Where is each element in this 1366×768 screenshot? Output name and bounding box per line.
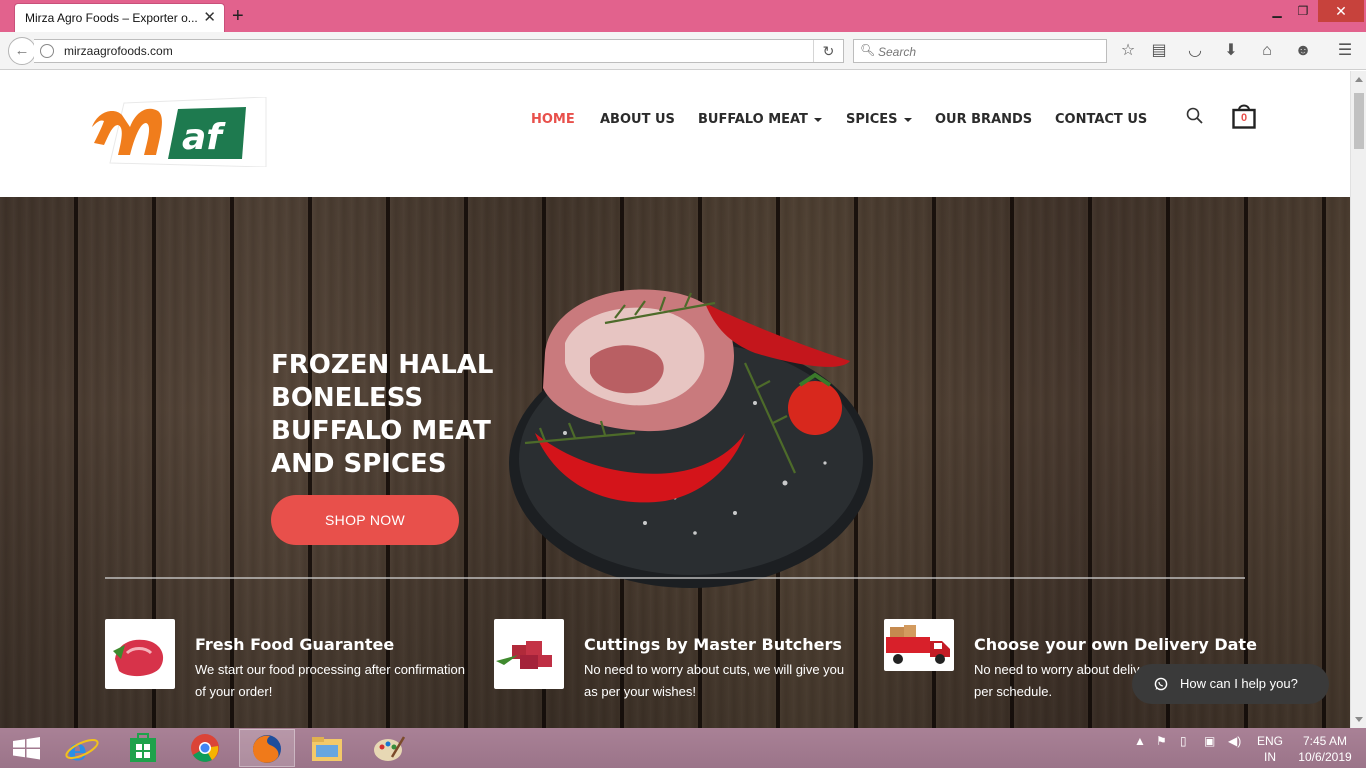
search-placeholder: Search <box>878 45 917 59</box>
network-icon[interactable]: ▣ <box>1204 734 1215 748</box>
home-icon[interactable]: ⌂ <box>1256 41 1278 63</box>
power-icon[interactable]: ▯ <box>1180 734 1187 748</box>
feature-title: Fresh Food Guarantee <box>195 635 395 654</box>
pocket-icon[interactable]: ◡ <box>1184 41 1206 63</box>
meat-cubes-icon <box>494 619 564 689</box>
globe-icon <box>40 44 54 58</box>
menu-contact-us[interactable]: CONTACT US <box>1055 112 1147 127</box>
tab-title: Mirza Agro Foods – Exporter o... <box>25 11 198 25</box>
caret-down-icon <box>903 117 912 122</box>
new-tab-button[interactable]: + <box>232 4 244 28</box>
menu-spices[interactable]: SPICES <box>846 112 912 127</box>
menu-home[interactable]: HOME <box>531 112 575 127</box>
bookmark-star-icon[interactable]: ☆ <box>1117 41 1139 63</box>
menu-our-brands[interactable]: OUR BRANDS <box>935 112 1032 127</box>
clock-date: 10/6/2019 <box>1298 750 1352 764</box>
search-input[interactable]: 🔍︎ Search <box>853 39 1107 63</box>
hamburger-menu-icon[interactable]: ☰ <box>1334 41 1356 63</box>
action-center-flag-icon[interactable]: ⚑ <box>1156 734 1167 748</box>
feature-description: We start our food processing after confi… <box>195 662 465 699</box>
volume-icon[interactable]: ◀) <box>1228 734 1241 748</box>
header-search-icon[interactable] <box>1186 107 1204 130</box>
feature-title: Cuttings by Master Butchers <box>584 635 842 654</box>
firefox-icon[interactable] <box>239 729 295 767</box>
clock-time: 7:45 AM <box>1302 734 1348 748</box>
chrome-icon[interactable] <box>178 729 234 767</box>
language-indicator[interactable]: ENG IN <box>1254 733 1286 765</box>
internet-explorer-icon[interactable]: e <box>54 729 110 768</box>
download-icon[interactable]: ⬇ <box>1220 41 1242 63</box>
reload-icon[interactable]: ↻ <box>813 40 843 62</box>
browser-navbar: ← mirzaagrofoods.com ↻ 🔍︎ Search ☆ ▤ ◡ ⬇… <box>0 32 1366 70</box>
cart-button[interactable]: 0 <box>1232 103 1256 129</box>
start-button[interactable] <box>0 729 56 767</box>
delivery-truck-icon <box>884 619 954 671</box>
chat-label: How can I help you? <box>1180 676 1298 691</box>
store-icon[interactable] <box>116 729 172 767</box>
url-bar[interactable]: mirzaagrofoods.com ↻ <box>34 39 844 63</box>
search-icon: 🔍︎ <box>860 43 876 57</box>
chat-smiley-icon[interactable]: ☻ <box>1292 41 1314 63</box>
menu-buffalo-meat-label: BUFFALO MEAT <box>698 112 808 127</box>
file-explorer-icon[interactable] <box>300 729 356 767</box>
maximize-button[interactable]: ❐ <box>1292 0 1314 22</box>
region-code: IN <box>1264 750 1276 764</box>
show-hidden-icons-icon[interactable]: ▲ <box>1134 734 1146 748</box>
reading-list-icon[interactable]: ▤ <box>1148 41 1170 63</box>
hero-section: FROZEN HALAL BONELESS BUFFALO MEAT AND S… <box>0 197 1350 728</box>
close-window-button[interactable]: ✕ <box>1318 0 1364 22</box>
tab-close-icon[interactable]: ✕ <box>203 8 216 26</box>
browser-titlebar: Mirza Agro Foods – Exporter o... ✕ + ▁ ❐… <box>0 0 1366 32</box>
svg-text:af: af <box>182 117 226 158</box>
back-button[interactable]: ← <box>8 37 36 65</box>
site-logo[interactable]: af <box>86 96 270 168</box>
scroll-down-icon[interactable] <box>1355 717 1363 722</box>
hero-divider <box>105 577 1245 579</box>
caret-down-icon <box>813 117 822 122</box>
language-code: ENG <box>1256 734 1283 748</box>
hero-title: FROZEN HALAL BONELESS BUFFALO MEAT AND S… <box>271 350 494 479</box>
scroll-up-icon[interactable] <box>1355 77 1363 82</box>
feature-title: Choose your own Delivery Date <box>974 635 1257 654</box>
paint-icon[interactable] <box>362 729 418 767</box>
menu-about-us[interactable]: ABOUT US <box>600 112 675 127</box>
url-text[interactable]: mirzaagrofoods.com <box>64 44 173 58</box>
minimize-button[interactable]: ▁ <box>1266 0 1288 22</box>
feature-description: No need to worry about cuts, we will giv… <box>584 662 845 699</box>
browser-tab[interactable]: Mirza Agro Foods – Exporter o... ✕ <box>14 3 225 32</box>
menu-buffalo-meat[interactable]: BUFFALO MEAT <box>698 112 822 127</box>
windows-taskbar: e ▲ ⚑ ▯ ▣ ◀) ENG IN 7:45 AM 10/6/2019 <box>0 728 1366 768</box>
cart-count: 0 <box>1240 112 1248 124</box>
windows-logo-icon <box>13 737 40 760</box>
shop-now-button[interactable]: SHOP NOW <box>271 495 459 545</box>
scrollbar-thumb[interactable] <box>1354 93 1364 149</box>
site-header: af HOME ABOUT US BUFFALO MEAT SPICES OUR… <box>0 71 1350 197</box>
whatsapp-icon <box>1154 677 1168 691</box>
meat-icon <box>105 619 175 689</box>
menu-spices-label: SPICES <box>846 112 898 127</box>
page-scrollbar[interactable] <box>1350 71 1366 728</box>
whatsapp-chat-button[interactable]: How can I help you? <box>1132 664 1329 704</box>
system-clock[interactable]: 7:45 AM 10/6/2019 <box>1290 733 1360 765</box>
meat-plate-image <box>509 289 873 588</box>
